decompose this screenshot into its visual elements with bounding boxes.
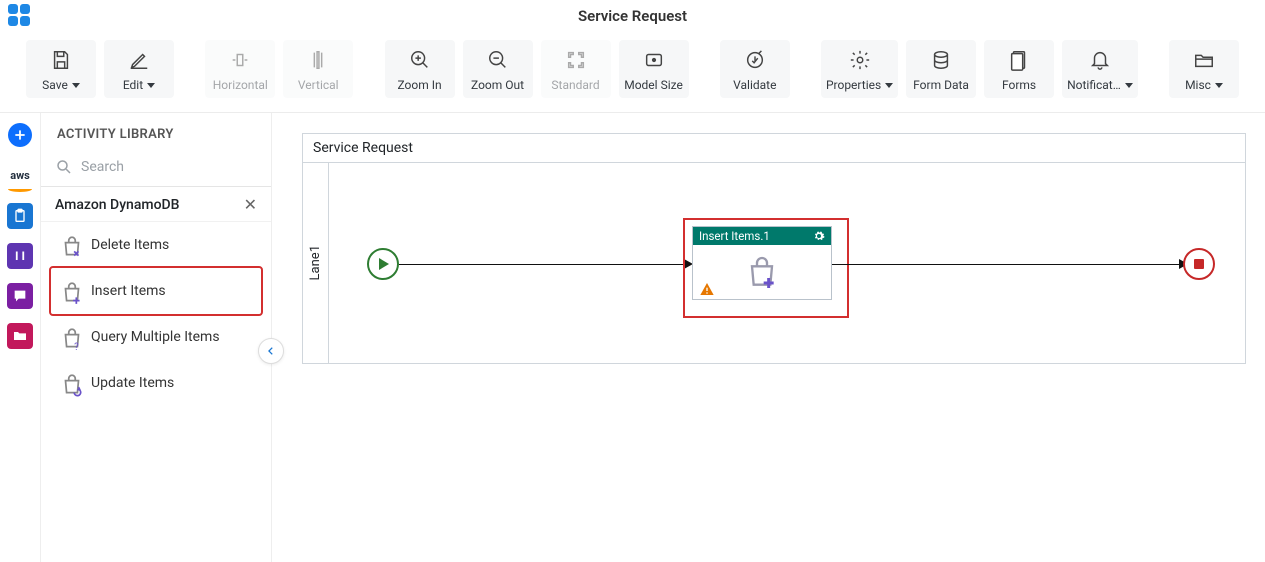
zoom-out-icon bbox=[487, 48, 509, 72]
forms-button[interactable]: Forms bbox=[984, 40, 1054, 98]
save-icon bbox=[50, 48, 72, 72]
app-launcher-icon[interactable] bbox=[8, 4, 32, 28]
library-category: Amazon DynamoDB bbox=[55, 197, 180, 213]
activity-insert-items[interactable]: Insert Items.1 bbox=[692, 226, 832, 300]
model-size-icon bbox=[643, 48, 665, 72]
library-item-label: Insert Items bbox=[91, 283, 166, 299]
svg-text:?: ? bbox=[74, 342, 79, 352]
zoom-in-label: Zoom In bbox=[397, 78, 441, 92]
horizontal-button: Horizontal bbox=[205, 40, 275, 98]
standard-label: Standard bbox=[551, 78, 599, 92]
horizontal-label: Horizontal bbox=[213, 78, 268, 92]
form-data-label: Form Data bbox=[913, 78, 969, 92]
chat-icon[interactable] bbox=[7, 283, 33, 309]
flow-connector bbox=[832, 264, 1184, 265]
add-button[interactable] bbox=[8, 123, 32, 147]
library-item-label: Query Multiple Items bbox=[91, 329, 220, 345]
bag-query-icon: ? bbox=[59, 326, 81, 348]
ii-icon[interactable]: I I bbox=[7, 243, 33, 269]
chevron-down-icon bbox=[1125, 83, 1133, 88]
search-input[interactable] bbox=[81, 159, 259, 175]
zoom-out-button[interactable]: Zoom Out bbox=[463, 40, 533, 98]
library-item-label: Update Items bbox=[91, 375, 174, 391]
zoom-out-label: Zoom Out bbox=[471, 78, 524, 92]
forms-icon bbox=[1008, 48, 1030, 72]
canvas-title: Service Request bbox=[303, 134, 1245, 163]
properties-label: Properties bbox=[826, 78, 881, 92]
edit-button[interactable]: Edit bbox=[104, 40, 174, 98]
library-title: ACTIVITY LIBRARY bbox=[41, 113, 271, 152]
save-label: Save bbox=[42, 78, 68, 92]
library-items: Delete Items Insert Items ? Query Multip… bbox=[41, 222, 271, 406]
library-item-delete[interactable]: Delete Items bbox=[51, 222, 261, 268]
standard-button: Standard bbox=[541, 40, 611, 98]
close-icon[interactable]: ✕ bbox=[244, 197, 257, 213]
lane-label: Lane1 bbox=[303, 163, 329, 363]
library-item-update[interactable]: Update Items bbox=[51, 360, 261, 406]
edit-icon bbox=[128, 48, 150, 72]
library-item-query[interactable]: ? Query Multiple Items bbox=[51, 314, 261, 360]
chevron-down-icon bbox=[147, 83, 155, 88]
toolbar: Save Edit Horizontal Vertical Zoom In Zo… bbox=[0, 32, 1265, 113]
bag-insert-icon bbox=[59, 280, 81, 302]
model-size-label: Model Size bbox=[624, 78, 683, 92]
clipboard-icon[interactable] bbox=[7, 203, 33, 229]
vertical-icon bbox=[307, 48, 329, 72]
form-data-icon bbox=[930, 48, 952, 72]
library-item-insert[interactable]: Insert Items bbox=[51, 268, 261, 314]
aws-icon[interactable]: aws bbox=[6, 161, 34, 189]
notification-label: Notificat… bbox=[1067, 78, 1121, 92]
flow-connector bbox=[399, 264, 689, 265]
end-node[interactable] bbox=[1183, 248, 1215, 280]
vertical-label: Vertical bbox=[298, 78, 339, 92]
vertical-button: Vertical bbox=[283, 40, 353, 98]
chevron-down-icon bbox=[1215, 83, 1223, 88]
bell-icon bbox=[1089, 48, 1111, 72]
collapse-panel-button[interactable] bbox=[258, 338, 284, 364]
bag-update-icon bbox=[59, 372, 81, 394]
library-item-label: Delete Items bbox=[91, 237, 169, 253]
warning-icon bbox=[699, 281, 715, 297]
folder-rail-icon[interactable] bbox=[7, 323, 33, 349]
horizontal-icon bbox=[229, 48, 251, 72]
bag-insert-icon bbox=[742, 253, 782, 293]
forms-label: Forms bbox=[1002, 78, 1036, 92]
save-button[interactable]: Save bbox=[26, 40, 96, 98]
activity-title: Insert Items.1 bbox=[699, 229, 770, 243]
form-data-button[interactable]: Form Data bbox=[906, 40, 976, 98]
search-icon bbox=[55, 158, 73, 176]
notification-button[interactable]: Notificat… bbox=[1062, 40, 1138, 98]
folder-icon bbox=[1193, 48, 1215, 72]
bag-delete-icon bbox=[59, 234, 81, 256]
process-canvas[interactable]: Service Request Lane1 Insert Items.1 bbox=[302, 133, 1246, 364]
lane-body[interactable]: Insert Items.1 bbox=[329, 163, 1245, 363]
gear-icon[interactable] bbox=[813, 230, 825, 242]
chevron-down-icon bbox=[885, 83, 893, 88]
validate-button[interactable]: Validate bbox=[720, 40, 790, 98]
zoom-in-icon bbox=[409, 48, 431, 72]
properties-icon bbox=[849, 48, 871, 72]
start-node[interactable] bbox=[367, 248, 399, 280]
edit-label: Edit bbox=[123, 78, 143, 92]
validate-label: Validate bbox=[733, 78, 776, 92]
activity-library-panel: ACTIVITY LIBRARY Amazon DynamoDB ✕ Delet… bbox=[40, 113, 272, 562]
chevron-down-icon bbox=[72, 83, 80, 88]
page-title: Service Request bbox=[578, 7, 687, 25]
standard-icon bbox=[565, 48, 587, 72]
model-size-button[interactable]: Model Size bbox=[619, 40, 689, 98]
properties-button[interactable]: Properties bbox=[821, 40, 898, 98]
misc-label: Misc bbox=[1185, 78, 1211, 92]
left-rail: aws I I bbox=[0, 113, 40, 562]
validate-icon bbox=[744, 48, 766, 72]
misc-button[interactable]: Misc bbox=[1169, 40, 1239, 98]
zoom-in-button[interactable]: Zoom In bbox=[385, 40, 455, 98]
